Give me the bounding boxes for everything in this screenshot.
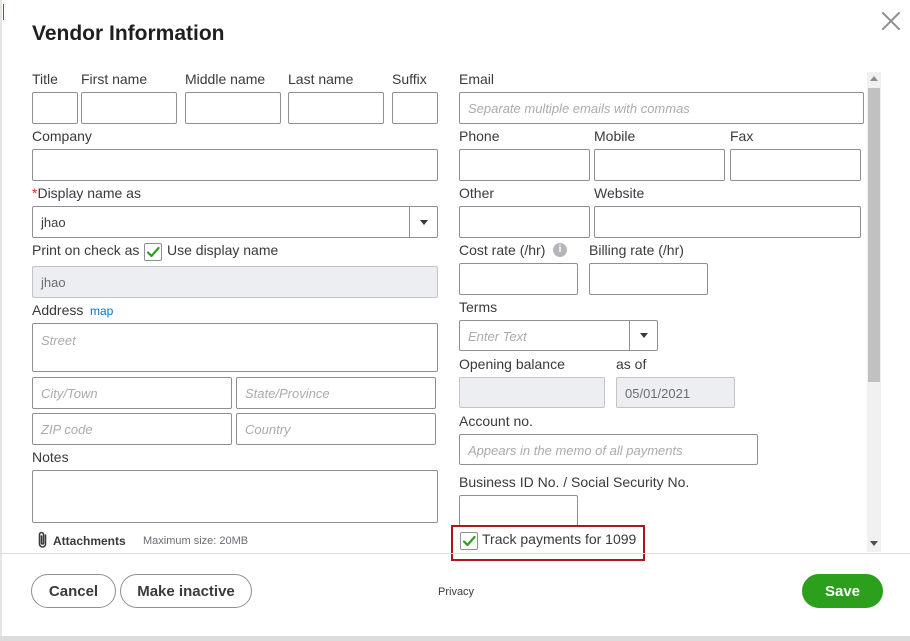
privacy-link[interactable]: Privacy	[438, 586, 474, 598]
street-placeholder: Street	[41, 333, 76, 348]
website-label: Website	[594, 185, 645, 201]
website-input[interactable]	[594, 206, 861, 238]
terms-label: Terms	[459, 299, 498, 315]
company-label: Company	[32, 128, 92, 144]
country-placeholder: Country	[245, 422, 291, 437]
scrollbar-thumb[interactable]	[868, 88, 880, 382]
other-label: Other	[459, 185, 495, 201]
account-no-label: Account no.	[459, 413, 533, 429]
paperclip-icon[interactable]	[36, 531, 50, 549]
middle-name-input[interactable]	[185, 92, 281, 124]
print-on-check-value: jhao	[41, 275, 66, 290]
fax-input[interactable]	[730, 149, 861, 181]
billing-rate-label: Billing rate (/hr)	[589, 242, 684, 258]
account-no-placeholder: Appears in the memo of all payments	[468, 443, 683, 458]
opening-balance-label: Opening balance	[459, 356, 565, 372]
address-label: Address	[32, 302, 84, 318]
display-name-dropdown-button[interactable]	[409, 207, 437, 237]
first-name-label: First name	[81, 71, 148, 87]
suffix-label: Suffix	[392, 71, 427, 87]
display-name-label-text: Display name as	[37, 185, 141, 201]
footer-divider	[0, 553, 910, 554]
print-on-check-label: Print on check as	[32, 242, 140, 258]
dialog-title: Vendor Information	[32, 22, 225, 45]
terms-dropdown-button[interactable]	[629, 321, 657, 350]
zip-input[interactable]: ZIP code	[32, 413, 232, 445]
notes-label: Notes	[32, 449, 69, 465]
title-label: Title	[32, 71, 58, 87]
scroll-up-icon[interactable]	[870, 76, 878, 81]
account-no-input[interactable]: Appears in the memo of all payments	[459, 434, 758, 465]
chevron-down-icon	[639, 333, 648, 338]
scroll-down-icon[interactable]	[870, 541, 878, 546]
mobile-input[interactable]	[594, 149, 725, 181]
company-input[interactable]	[32, 149, 438, 181]
window-edge-mark	[3, 4, 4, 20]
checkmark-icon	[146, 246, 160, 258]
other-input[interactable]	[459, 206, 590, 238]
track-1099-label: Track payments for 1099	[482, 531, 637, 547]
window-edge-bottom	[0, 636, 910, 641]
state-placeholder: State/Province	[245, 386, 330, 401]
terms-placeholder: Enter Text	[468, 329, 527, 344]
use-display-name-checkbox[interactable]	[144, 243, 162, 261]
opening-balance-input	[459, 377, 605, 408]
email-input[interactable]: Separate multiple emails with commas	[459, 92, 864, 124]
cost-rate-label: Cost rate (/hr)	[459, 242, 546, 258]
window-edge-left	[0, 0, 2, 641]
zip-placeholder: ZIP code	[41, 422, 93, 437]
as-of-date-input: 05/01/2021	[616, 377, 735, 408]
fax-label: Fax	[730, 128, 754, 144]
cancel-button[interactable]: Cancel	[31, 574, 116, 608]
city-input[interactable]: City/Town	[32, 377, 232, 409]
make-inactive-button[interactable]: Make inactive	[120, 574, 252, 608]
phone-label: Phone	[459, 128, 500, 144]
save-button[interactable]: Save	[802, 574, 883, 608]
attachments-label[interactable]: Attachments	[53, 534, 126, 548]
use-display-name-label: Use display name	[167, 242, 279, 258]
city-placeholder: City/Town	[41, 386, 98, 401]
suffix-input[interactable]	[392, 92, 438, 124]
checkmark-icon	[462, 535, 476, 547]
email-label: Email	[459, 71, 495, 87]
cost-rate-input[interactable]	[459, 263, 578, 295]
notes-textarea[interactable]	[32, 470, 438, 523]
print-on-check-input: jhao	[32, 266, 438, 298]
country-input[interactable]: Country	[236, 413, 436, 445]
track-1099-checkbox[interactable]	[460, 532, 478, 550]
info-icon[interactable]: i	[553, 243, 567, 257]
as-of-date-value: 05/01/2021	[625, 386, 691, 401]
state-input[interactable]: State/Province	[236, 377, 436, 409]
business-id-label: Business ID No. / Social Security No.	[459, 474, 690, 490]
mobile-label: Mobile	[594, 128, 636, 144]
phone-input[interactable]	[459, 149, 590, 181]
first-name-input[interactable]	[81, 92, 177, 124]
middle-name-label: Middle name	[185, 71, 266, 87]
street-input[interactable]: Street	[32, 323, 438, 372]
display-name-select[interactable]: jhao	[32, 206, 438, 238]
title-input[interactable]	[32, 92, 78, 124]
email-placeholder: Separate multiple emails with commas	[468, 101, 690, 116]
attachments-max-size: Maximum size: 20MB	[143, 535, 249, 547]
as-of-label: as of	[616, 356, 647, 372]
display-name-label: *Display name as	[32, 185, 141, 201]
terms-select[interactable]: Enter Text	[459, 320, 658, 351]
display-name-value: jhao	[41, 215, 66, 230]
business-id-input[interactable]	[459, 495, 578, 526]
last-name-label: Last name	[288, 71, 354, 87]
close-icon[interactable]	[878, 8, 904, 34]
last-name-input[interactable]	[288, 92, 384, 124]
chevron-down-icon	[419, 219, 428, 225]
map-link[interactable]: map	[90, 304, 113, 318]
billing-rate-input[interactable]	[589, 263, 708, 295]
